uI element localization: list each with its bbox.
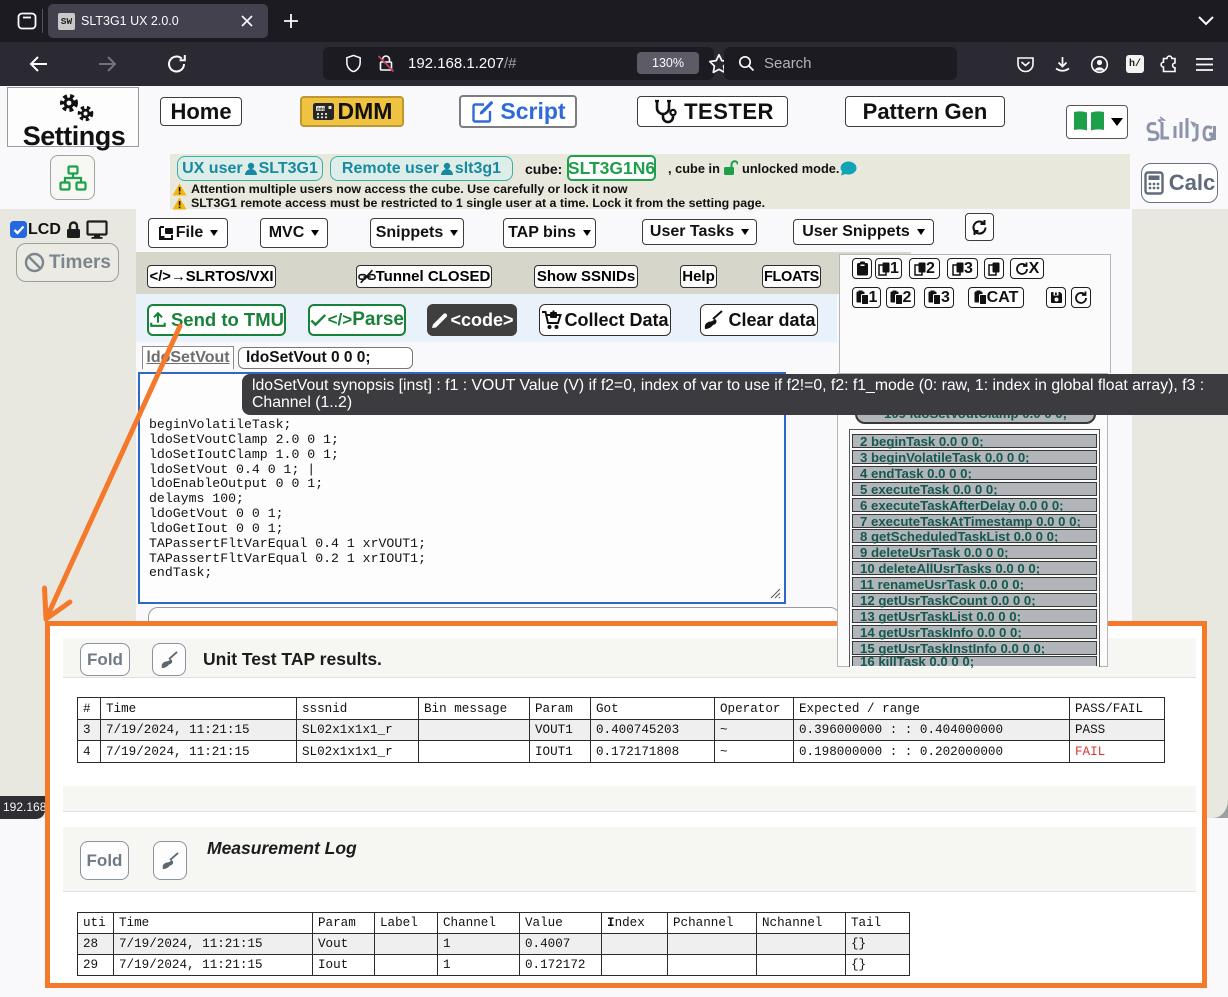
svg-text:000: 000 bbox=[317, 106, 325, 112]
